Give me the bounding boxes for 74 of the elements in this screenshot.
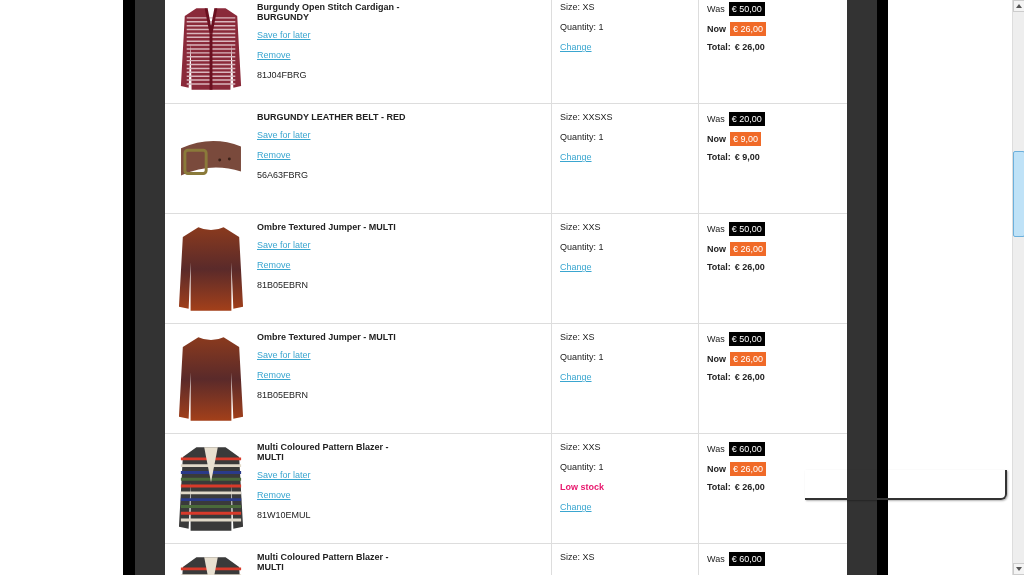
remove-link[interactable]: Remove [257,260,291,270]
remove-link[interactable]: Remove [257,150,291,160]
change-link[interactable]: Change [560,152,592,162]
scroll-up-icon[interactable] [1016,4,1022,8]
save-for-later-link[interactable]: Save for later [257,470,311,480]
was-price: € 50,00 [728,332,765,346]
total-price: € 9,00 [734,152,760,162]
was-label: Was [707,444,725,454]
now-price: € 26,00 [730,462,767,476]
total-price: € 26,00 [734,42,765,52]
product-name: Ombre Textured Jumper - MULTI [257,332,397,342]
total-price: € 26,00 [734,482,765,492]
save-for-later-link[interactable]: Save for later [257,350,311,360]
size-label: Size: XS [560,552,596,562]
remove-link[interactable]: Remove [257,490,291,500]
now-price: € 26,00 [730,352,767,366]
total-label: Total: [707,42,731,52]
was-price: € 20,00 [728,112,765,126]
product-code: 81W10EMUL [257,510,312,520]
change-link[interactable]: Change [560,42,592,52]
total-label: Total: [707,372,731,382]
product-name: Multi Coloured Pattern Blazer - MULTI [257,552,390,572]
size-label: Size: XXSXS [560,112,614,122]
product-code: 56A63FBRG [257,170,310,180]
now-price: € 26,00 [730,22,767,36]
was-price: € 60,00 [728,552,765,566]
was-label: Was [707,4,725,14]
was-price: € 60,00 [728,442,765,456]
total-label: Total: [707,262,731,272]
change-link[interactable]: Change [560,502,592,512]
save-for-later-link[interactable]: Save for later [257,30,311,40]
remove-link[interactable]: Remove [257,50,291,60]
scroll-down-icon[interactable] [1016,567,1022,571]
scrollbar[interactable] [1012,0,1024,575]
product-name: Burgundy Open Stitch Cardigan - BURGUNDY [257,2,401,22]
was-label: Was [707,114,725,124]
size-label: Size: XS [560,332,596,342]
size-label: Size: XS [560,2,596,12]
size-label: Size: XXS [560,222,602,232]
was-price: € 50,00 [728,222,765,236]
now-label: Now [707,354,726,364]
product-code: 81J04FBRG [257,70,308,80]
low-stock-label: Low stock [560,482,605,492]
save-for-later-link[interactable]: Save for later [257,130,311,140]
total-price: € 26,00 [734,262,765,272]
now-label: Now [707,244,726,254]
scroll-thumb[interactable] [1013,151,1024,237]
now-price: € 9,00 [730,132,762,146]
now-price: € 26,00 [730,242,767,256]
product-name: Ombre Textured Jumper - MULTI [257,222,397,232]
quantity-label: Quantity: 1 [560,462,605,472]
was-label: Was [707,554,725,564]
product-name: Multi Coloured Pattern Blazer - MULTI [257,442,390,462]
total-price: € 26,00 [734,372,765,382]
total-label: Total: [707,152,731,162]
now-label: Now [707,134,726,144]
change-link[interactable]: Change [560,372,592,382]
quantity-label: Quantity: 1 [560,352,605,362]
save-for-later-link[interactable]: Save for later [257,240,311,250]
quantity-label: Quantity: 1 [560,22,605,32]
was-label: Was [707,334,725,344]
was-label: Was [707,224,725,234]
now-label: Now [707,464,726,474]
product-code: 81B05EBRN [257,280,310,290]
product-code: 81B05EBRN [257,390,310,400]
product-name: BURGUNDY LEATHER BELT - RED [257,112,407,122]
quantity-label: Quantity: 1 [560,242,605,252]
change-link[interactable]: Change [560,262,592,272]
was-price: € 50,00 [728,2,765,16]
total-label: Total: [707,482,731,492]
size-label: Size: XXS [560,442,602,452]
now-label: Now [707,24,726,34]
quantity-label: Quantity: 1 [560,132,605,142]
remove-link[interactable]: Remove [257,370,291,380]
